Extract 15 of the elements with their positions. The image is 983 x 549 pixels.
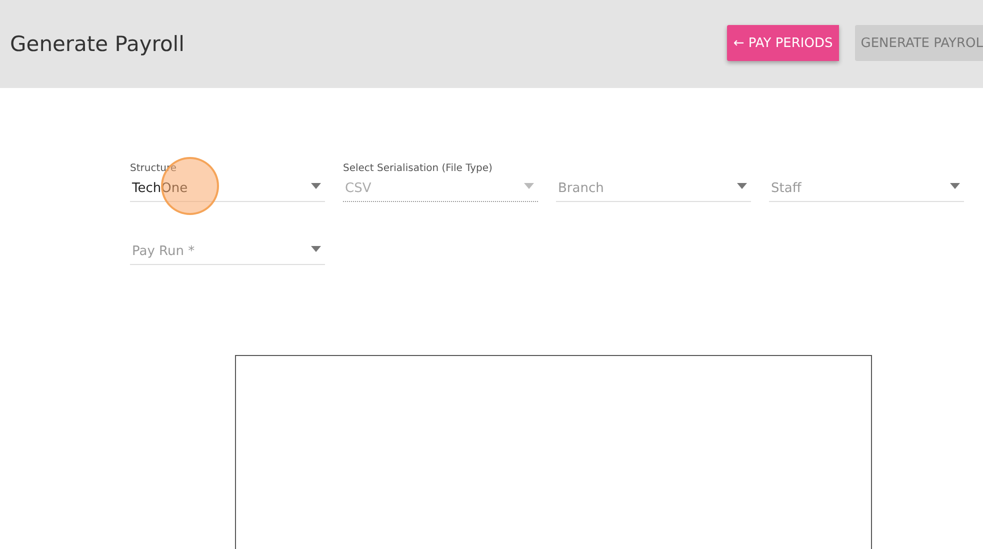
field-value: CSV: [344, 181, 372, 198]
dropdown-caret-icon: [311, 183, 321, 189]
dropdown-caret-icon: [524, 183, 534, 189]
dropdown-caret-icon: [950, 183, 960, 189]
field-label: Select Serialisation (File Type): [343, 163, 492, 174]
pay-periods-button[interactable]: ← PAY PERIODS: [727, 25, 839, 61]
select-field[interactable]: Staff: [769, 163, 964, 202]
field-placeholder: Staff: [770, 181, 803, 198]
select-field[interactable]: Branch: [556, 163, 751, 202]
page-title: Generate Payroll: [10, 32, 186, 56]
select-field[interactable]: Pay Run *: [130, 226, 325, 265]
dropdown-caret-icon: [311, 246, 321, 252]
field-placeholder: Pay Run *: [131, 244, 196, 261]
dropdown-caret-icon: [737, 183, 747, 189]
field-placeholder: Branch: [557, 181, 605, 198]
